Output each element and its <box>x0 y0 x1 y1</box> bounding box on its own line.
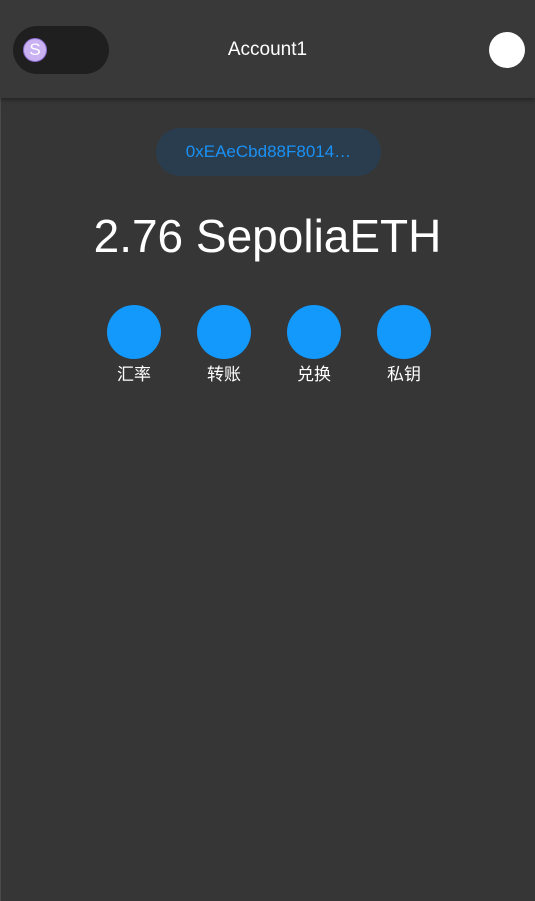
app-header: S Account1 <box>0 0 535 98</box>
wallet-address-chip[interactable]: 0xEAeCbd88F8014… <box>156 128 381 176</box>
private-key-label: 私钥 <box>387 365 421 385</box>
swap-label: 兑换 <box>297 365 331 385</box>
transfer-action-button[interactable]: 转账 <box>189 305 259 389</box>
wallet-balance: 2.76 SepoliaETH <box>93 210 442 262</box>
transfer-icon[interactable] <box>197 305 251 359</box>
private-key-action-button[interactable]: 私钥 <box>369 305 439 389</box>
exchange-rate-action-button[interactable]: 汇率 <box>99 305 169 389</box>
action-bar: 汇率 转账 兑换 私钥 <box>0 305 535 395</box>
left-edge-divider <box>0 0 1 901</box>
exchange-rate-label: 汇率 <box>117 365 151 385</box>
swap-icon[interactable] <box>287 305 341 359</box>
account-avatar-button[interactable] <box>489 32 525 68</box>
exchange-rate-icon[interactable] <box>107 305 161 359</box>
swap-action-button[interactable]: 兑换 <box>279 305 349 389</box>
private-key-icon[interactable] <box>377 305 431 359</box>
account-name[interactable]: Account1 <box>0 38 535 62</box>
transfer-label: 转账 <box>207 365 241 385</box>
wallet-screen: S Account1 0xEAeCbd88F8014… 2.76 Sepolia… <box>0 0 535 901</box>
